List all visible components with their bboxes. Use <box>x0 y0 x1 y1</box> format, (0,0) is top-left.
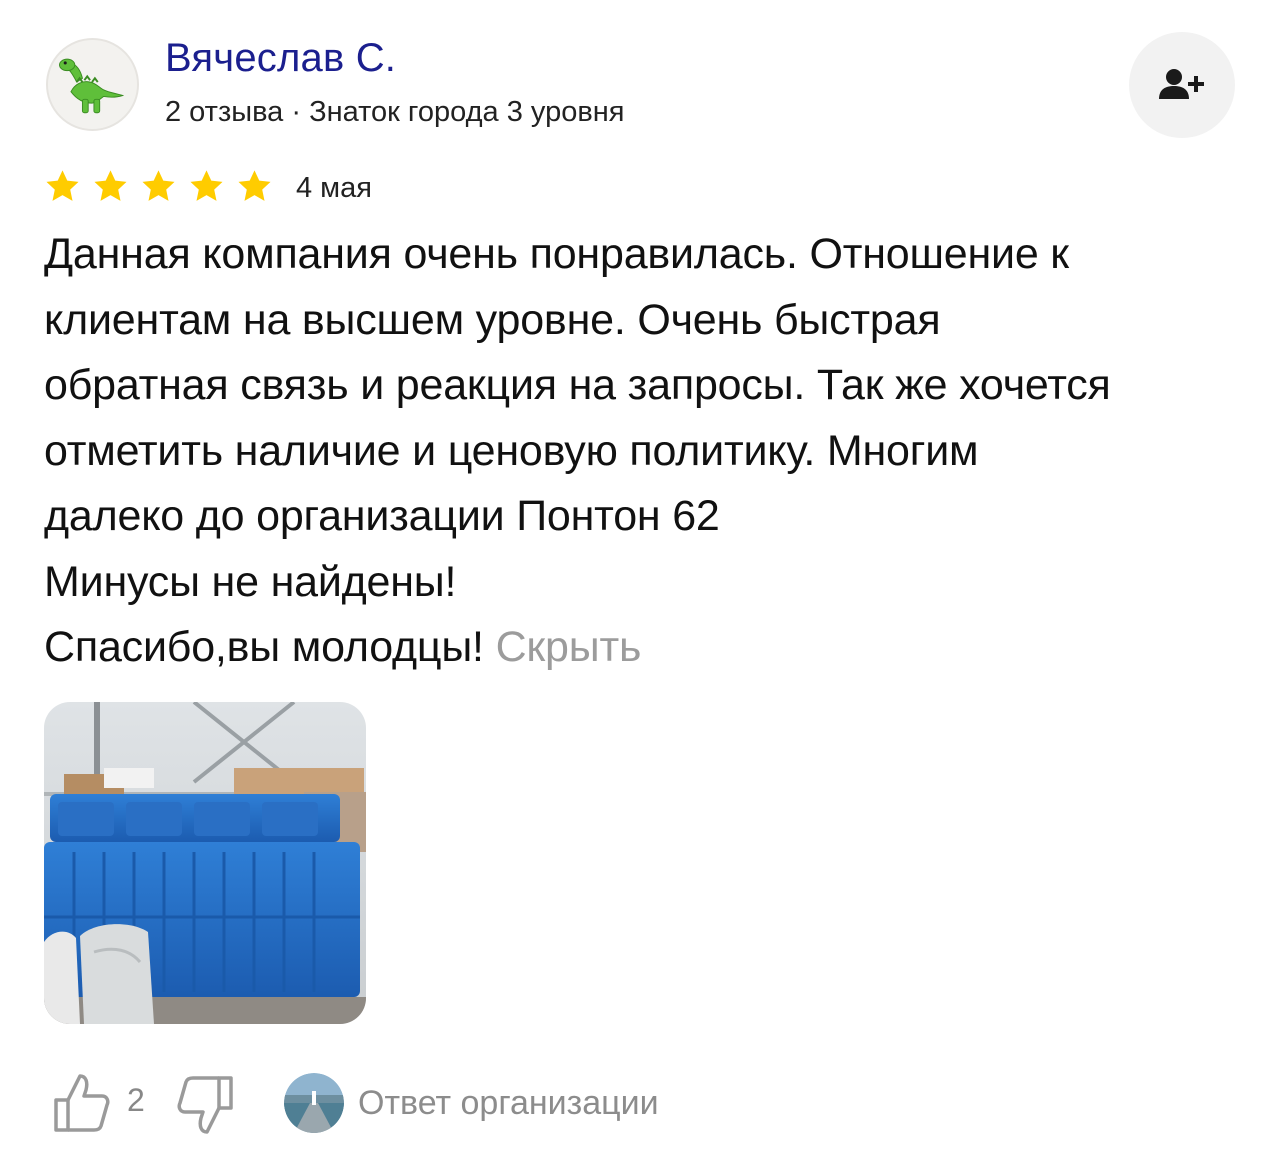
review-footer: 2 Ответ организации <box>0 1060 1280 1150</box>
org-answer-label: Ответ организации <box>358 1083 659 1122</box>
star-icon <box>190 170 223 201</box>
rating-stars <box>44 168 273 208</box>
org-avatar <box>284 1073 344 1133</box>
like-count: 2 <box>127 1082 145 1118</box>
star-icon <box>238 170 271 201</box>
star-icon <box>94 170 127 201</box>
subscribe-button[interactable] <box>1129 32 1235 138</box>
author-avatar[interactable] <box>46 38 139 131</box>
hide-link[interactable]: Скрыть <box>496 623 642 671</box>
author-name[interactable]: Вячеслав С. <box>165 36 396 81</box>
dinosaur-icon <box>48 40 137 129</box>
review-text-last-line: Спасибо,вы молодцы! Скрыть <box>44 615 1244 681</box>
star-icon <box>46 170 79 201</box>
add-user-icon <box>1159 69 1204 99</box>
pontoon-cubes-photo <box>44 702 366 1024</box>
review-text-line: Данная компания очень понравилась. Отнош… <box>44 230 1069 278</box>
thumbs-up-icon <box>54 1074 110 1132</box>
dislike-button[interactable] <box>175 1074 237 1138</box>
review-photo[interactable] <box>44 702 366 1024</box>
like-button[interactable] <box>52 1070 112 1134</box>
review-text-line: клиентам на высшем уровне. Очень быстрая <box>44 295 941 344</box>
review-card: Вячеслав С. 2 отзыва · Знаток города 3 у… <box>0 0 1280 1175</box>
review-text-line: Спасибо,вы молодцы! <box>44 623 484 671</box>
review-text-line: обратная связь и реакция на запросы. Так… <box>44 361 1111 409</box>
thumbs-down-icon <box>177 1076 233 1134</box>
review-date: 4 мая <box>296 172 372 204</box>
org-answer-button[interactable]: Ответ организации <box>284 1072 659 1134</box>
review-text-line: отметить наличие и ценовую политику. Мно… <box>44 426 979 475</box>
review-text-line: Минусы не найдены! <box>44 557 457 606</box>
author-meta: 2 отзыва · Знаток города 3 уровня <box>165 96 625 128</box>
review-text: Данная компания очень понравилась. Отнош… <box>44 222 1244 681</box>
review-text-line: далеко до организации Понтон 62 <box>44 492 720 540</box>
star-icon <box>142 170 175 201</box>
